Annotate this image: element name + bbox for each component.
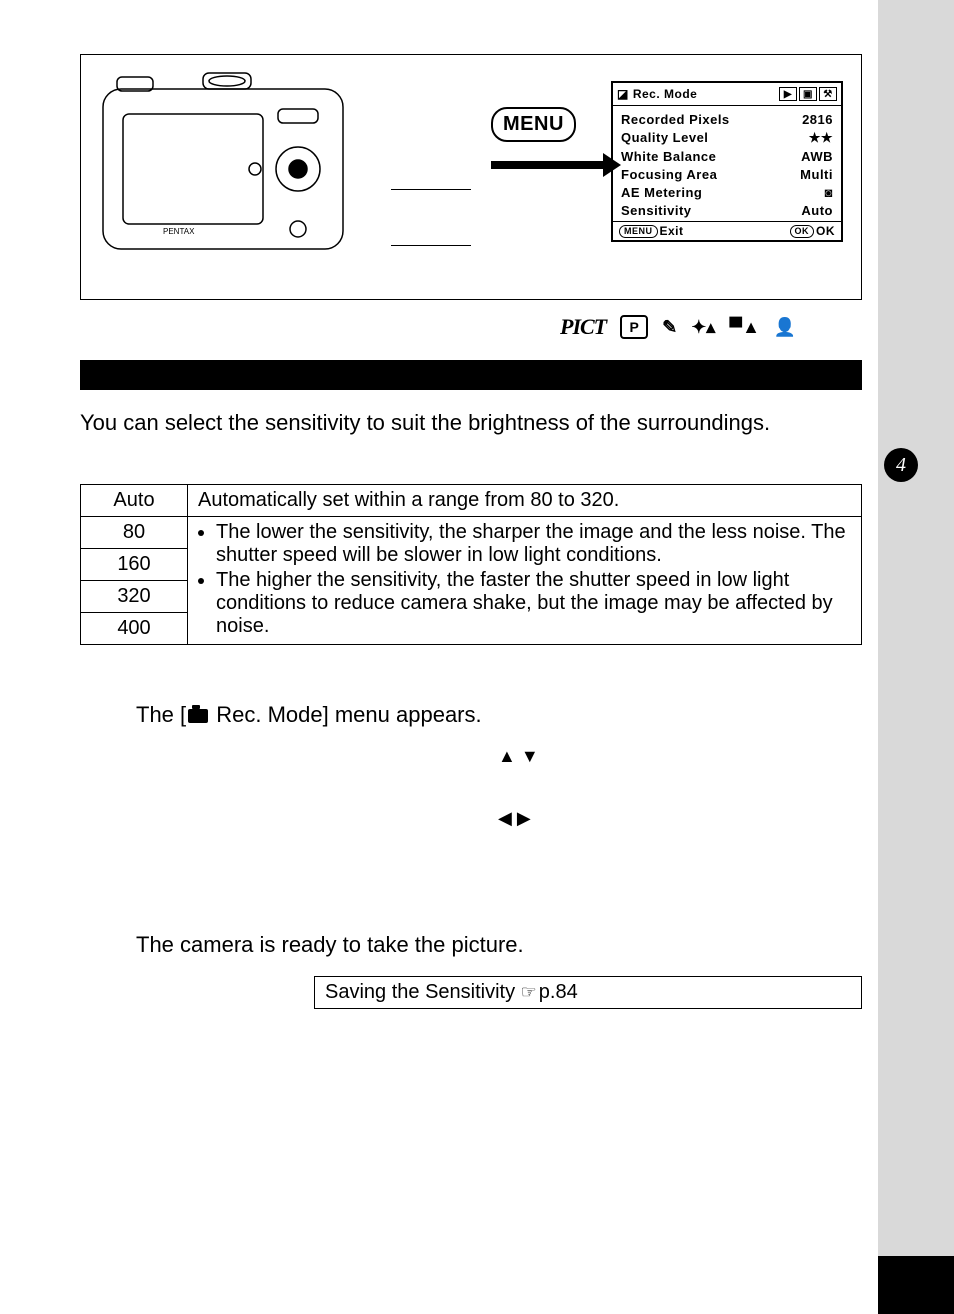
lcd-item-label: White Balance bbox=[621, 149, 716, 164]
camera-icon bbox=[188, 709, 208, 723]
portrait-mode-icon: 👤 bbox=[774, 317, 796, 338]
lcd-item-label: Focusing Area bbox=[621, 167, 717, 182]
pointer-hand-icon: ☞ bbox=[521, 982, 537, 1002]
lcd-item-label: Sensitivity bbox=[621, 203, 692, 218]
ok-pill-icon: OK bbox=[790, 225, 815, 238]
landscape-mode-icon: ▀▲ bbox=[729, 317, 760, 338]
left-right-arrows-icon: ◀ ▶ bbox=[498, 808, 531, 829]
intro-paragraph: You can select the sensitivity to suit t… bbox=[80, 408, 862, 438]
camera-icon: ◪ bbox=[617, 87, 629, 101]
lcd-item-label: Recorded Pixels bbox=[621, 112, 730, 127]
program-mode-icon: P bbox=[620, 315, 648, 339]
callout-line bbox=[391, 189, 471, 190]
setup-tab-icon: ⚒ bbox=[819, 87, 837, 101]
section-heading-bar bbox=[80, 360, 862, 390]
lcd-item-value: ◙ bbox=[779, 185, 833, 200]
sens-row-label: 160 bbox=[81, 549, 188, 581]
lcd-footer-ok: OK bbox=[816, 224, 835, 238]
lcd-footer-exit: Exit bbox=[660, 224, 684, 238]
sens-row-label: Auto bbox=[81, 485, 188, 517]
sens-auto-desc: Automatically set within a range from 80… bbox=[188, 485, 862, 517]
lcd-item-value: Multi bbox=[779, 167, 833, 182]
text-run: The [ bbox=[136, 702, 186, 727]
up-down-arrows-icon: ▲ ▼ bbox=[498, 746, 539, 767]
sens-row-label: 320 bbox=[81, 581, 188, 613]
sens-bullet: The lower the sensitivity, the sharper t… bbox=[216, 521, 851, 567]
camera-illustration: PENTAX bbox=[93, 69, 363, 269]
edit-mode-icon: ✎ bbox=[662, 317, 677, 338]
lcd-rec-mode-menu: ◪ Rec. Mode ▶ ▣ ⚒ Recorded Pixels 2816 Qu… bbox=[611, 81, 843, 242]
lcd-tab-bar: ◪ Rec. Mode ▶ ▣ ⚒ bbox=[613, 83, 841, 106]
lcd-item-label: Quality Level bbox=[621, 130, 708, 146]
diagram-box: PENTAX MENU ◪ Rec. Mode ▶ ▣ ⚒ Recorded P… bbox=[80, 54, 862, 300]
lcd-item-value: ★★ bbox=[779, 130, 833, 146]
lcd-item-value: Auto bbox=[779, 203, 833, 218]
step-1-text: The [ Rec. Mode] menu appears. bbox=[136, 700, 862, 730]
menu-button-label: MENU bbox=[491, 107, 576, 142]
text-run: Rec. Mode] menu appears. bbox=[210, 702, 481, 727]
ref-text: Saving the Sensitivity bbox=[325, 981, 521, 1003]
sens-row-label: 80 bbox=[81, 517, 188, 549]
sidebar-footer-block bbox=[878, 1256, 954, 1314]
lcd-item-value: AWB bbox=[779, 149, 833, 164]
right-sidebar: 4 bbox=[878, 0, 954, 1314]
sens-fixed-desc: The lower the sensitivity, the sharper t… bbox=[188, 517, 862, 645]
play-tab-icon: ▶ bbox=[779, 87, 797, 101]
chapter-tab: 4 bbox=[884, 448, 918, 482]
menu-pill-icon: MENU bbox=[619, 225, 658, 238]
cross-reference-box: Saving the Sensitivity ☞p.84 bbox=[314, 976, 862, 1009]
sens-bullet: The higher the sensitivity, the faster t… bbox=[216, 569, 851, 638]
pict-mode-icon: PICT bbox=[560, 314, 606, 340]
ref-page: p.84 bbox=[539, 981, 578, 1003]
lcd-item-value: 2816 bbox=[779, 112, 833, 127]
callout-line bbox=[391, 245, 471, 246]
night-mode-icon: ✦▴ bbox=[691, 317, 715, 338]
sensitivity-table: Auto Automatically set within a range fr… bbox=[80, 484, 862, 645]
lcd-tab-icons: ▶ ▣ ⚒ bbox=[779, 87, 837, 101]
svg-text:PENTAX: PENTAX bbox=[163, 227, 195, 236]
lcd-item-label: AE Metering bbox=[621, 185, 702, 200]
shooting-mode-row: PICT P ✎ ✦▴ ▀▲ 👤 bbox=[560, 314, 796, 340]
step-3-text: The camera is ready to take the picture. bbox=[136, 930, 862, 960]
playback-tab-icon: ▣ bbox=[799, 87, 817, 101]
lcd-title: Rec. Mode bbox=[633, 87, 698, 101]
arrow-right-icon bbox=[491, 155, 621, 175]
manual-page: 4 PENTAX MENU ◪ bbox=[0, 0, 954, 1314]
sens-row-label: 400 bbox=[81, 613, 188, 645]
